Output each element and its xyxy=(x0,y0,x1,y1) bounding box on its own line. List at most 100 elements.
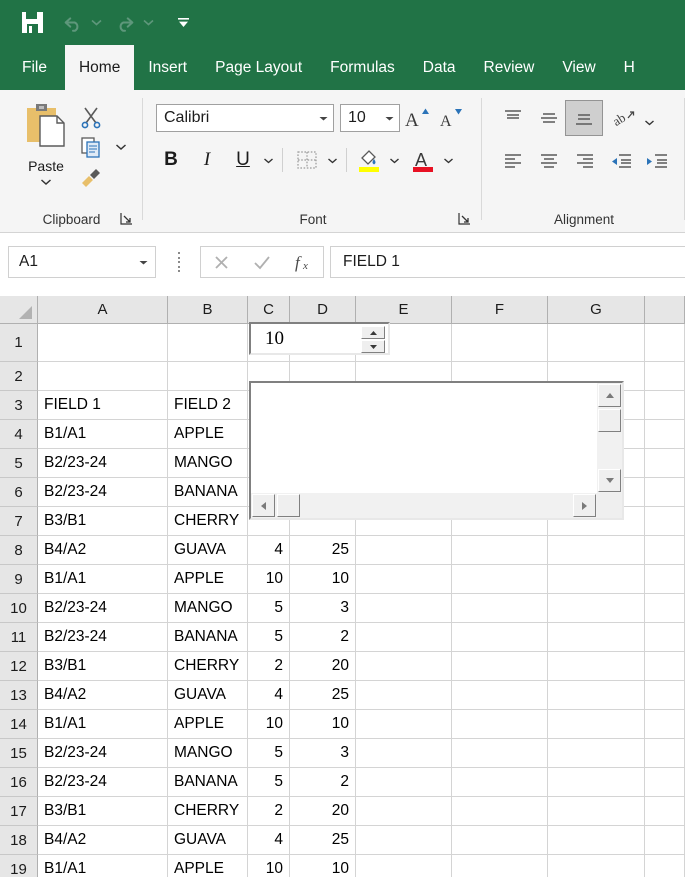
cell-F13[interactable] xyxy=(452,681,548,710)
decrease-font-size-button[interactable]: A xyxy=(436,104,466,132)
cell-A3[interactable]: FIELD 1 xyxy=(38,391,168,420)
underline-dropdown[interactable] xyxy=(260,144,276,176)
cell-x17[interactable] xyxy=(645,797,685,826)
cell-x1[interactable] xyxy=(645,324,685,362)
cell-D12[interactable]: 20 xyxy=(290,652,356,681)
cell-B18[interactable]: GUAVA xyxy=(168,826,248,855)
cut-button[interactable] xyxy=(76,102,106,132)
cell-D14[interactable]: 10 xyxy=(290,710,356,739)
undo-button[interactable] xyxy=(61,12,85,34)
cell-x18[interactable] xyxy=(645,826,685,855)
cell-G13[interactable] xyxy=(548,681,645,710)
cell-D15[interactable]: 3 xyxy=(290,739,356,768)
spinner-down-button[interactable] xyxy=(361,340,385,353)
font-dialog-launcher[interactable] xyxy=(458,212,471,225)
cell-B8[interactable]: GUAVA xyxy=(168,536,248,565)
cell-x11[interactable] xyxy=(645,623,685,652)
tab-page-layout[interactable]: Page Layout xyxy=(201,45,316,90)
cell-x19[interactable] xyxy=(645,855,685,877)
cell-x4[interactable] xyxy=(645,420,685,449)
cell-G8[interactable] xyxy=(548,536,645,565)
name-box[interactable]: A1 xyxy=(8,246,156,278)
row-header-7[interactable]: 7 xyxy=(0,507,38,536)
tab-home[interactable]: Home xyxy=(64,45,135,90)
row-header-15[interactable]: 15 xyxy=(0,739,38,768)
column-header-b[interactable]: B xyxy=(168,296,248,324)
orientation-dropdown[interactable] xyxy=(641,106,657,138)
top-align-button[interactable] xyxy=(497,104,529,132)
row-header-16[interactable]: 16 xyxy=(0,768,38,797)
cell-E15[interactable] xyxy=(356,739,452,768)
save-button[interactable] xyxy=(22,12,43,33)
cell-A17[interactable]: B3/B1 xyxy=(38,797,168,826)
cell-B15[interactable]: MANGO xyxy=(168,739,248,768)
row-header-8[interactable]: 8 xyxy=(0,536,38,565)
cell-C8[interactable]: 4 xyxy=(248,536,290,565)
cell-B9[interactable]: APPLE xyxy=(168,565,248,594)
horizontal-scroll-thumb[interactable] xyxy=(277,494,300,517)
cell-G19[interactable] xyxy=(548,855,645,877)
listbox-vertical-scrollbar[interactable] xyxy=(597,383,622,493)
row-header-6[interactable]: 6 xyxy=(0,478,38,507)
cancel-button[interactable] xyxy=(201,247,242,277)
cell-F1[interactable] xyxy=(452,324,548,362)
cell-D19[interactable]: 10 xyxy=(290,855,356,877)
cell-E11[interactable] xyxy=(356,623,452,652)
tab-view[interactable]: View xyxy=(548,45,609,90)
cell-x9[interactable] xyxy=(645,565,685,594)
cell-B16[interactable]: BANANA xyxy=(168,768,248,797)
cell-x6[interactable] xyxy=(645,478,685,507)
cell-F17[interactable] xyxy=(452,797,548,826)
cell-B12[interactable]: CHERRY xyxy=(168,652,248,681)
cell-G10[interactable] xyxy=(548,594,645,623)
column-header-e[interactable]: E xyxy=(356,296,452,324)
scroll-left-button[interactable] xyxy=(252,494,275,517)
cell-F19[interactable] xyxy=(452,855,548,877)
cell-x15[interactable] xyxy=(645,739,685,768)
tab-insert[interactable]: Insert xyxy=(134,45,201,90)
select-all-corner[interactable] xyxy=(0,296,38,324)
row-header-17[interactable]: 17 xyxy=(0,797,38,826)
cell-B14[interactable]: APPLE xyxy=(168,710,248,739)
fill-color-button[interactable] xyxy=(354,144,384,176)
cell-C11[interactable]: 5 xyxy=(248,623,290,652)
paste-button[interactable]: Paste xyxy=(16,102,76,191)
scroll-up-button[interactable] xyxy=(598,384,621,407)
cell-x2[interactable] xyxy=(645,362,685,391)
decrease-indent-button[interactable] xyxy=(605,148,637,176)
cell-B17[interactable]: CHERRY xyxy=(168,797,248,826)
cell-F11[interactable] xyxy=(452,623,548,652)
cell-E13[interactable] xyxy=(356,681,452,710)
row-header-12[interactable]: 12 xyxy=(0,652,38,681)
cell-A11[interactable]: B2/23-24 xyxy=(38,623,168,652)
row-header-18[interactable]: 18 xyxy=(0,826,38,855)
row-header-3[interactable]: 3 xyxy=(0,391,38,420)
cell-A14[interactable]: B1/A1 xyxy=(38,710,168,739)
cell-D8[interactable]: 25 xyxy=(290,536,356,565)
cell-B3[interactable]: FIELD 2 xyxy=(168,391,248,420)
cell-G17[interactable] xyxy=(548,797,645,826)
cell-C17[interactable]: 2 xyxy=(248,797,290,826)
cell-D11[interactable]: 2 xyxy=(290,623,356,652)
undo-dropdown[interactable] xyxy=(89,12,103,34)
cell-B2[interactable] xyxy=(168,362,248,391)
cell-x13[interactable] xyxy=(645,681,685,710)
cell-G11[interactable] xyxy=(548,623,645,652)
column-header-d[interactable]: D xyxy=(290,296,356,324)
cell-B13[interactable]: GUAVA xyxy=(168,681,248,710)
cell-C19[interactable]: 10 xyxy=(248,855,290,877)
cell-D18[interactable]: 25 xyxy=(290,826,356,855)
cell-B11[interactable]: BANANA xyxy=(168,623,248,652)
align-right-button[interactable] xyxy=(569,148,601,176)
column-header-partial[interactable] xyxy=(645,296,685,324)
increase-font-size-button[interactable]: A xyxy=(402,104,432,132)
spin-button-control[interactable]: 10 xyxy=(249,322,390,355)
font-color-button[interactable]: A xyxy=(408,144,438,176)
row-header-4[interactable]: 4 xyxy=(0,420,38,449)
row-header-19[interactable]: 19 xyxy=(0,855,38,877)
cell-D13[interactable]: 25 xyxy=(290,681,356,710)
clipboard-dialog-launcher[interactable] xyxy=(120,212,133,225)
cell-E9[interactable] xyxy=(356,565,452,594)
row-header-5[interactable]: 5 xyxy=(0,449,38,478)
row-header-13[interactable]: 13 xyxy=(0,681,38,710)
